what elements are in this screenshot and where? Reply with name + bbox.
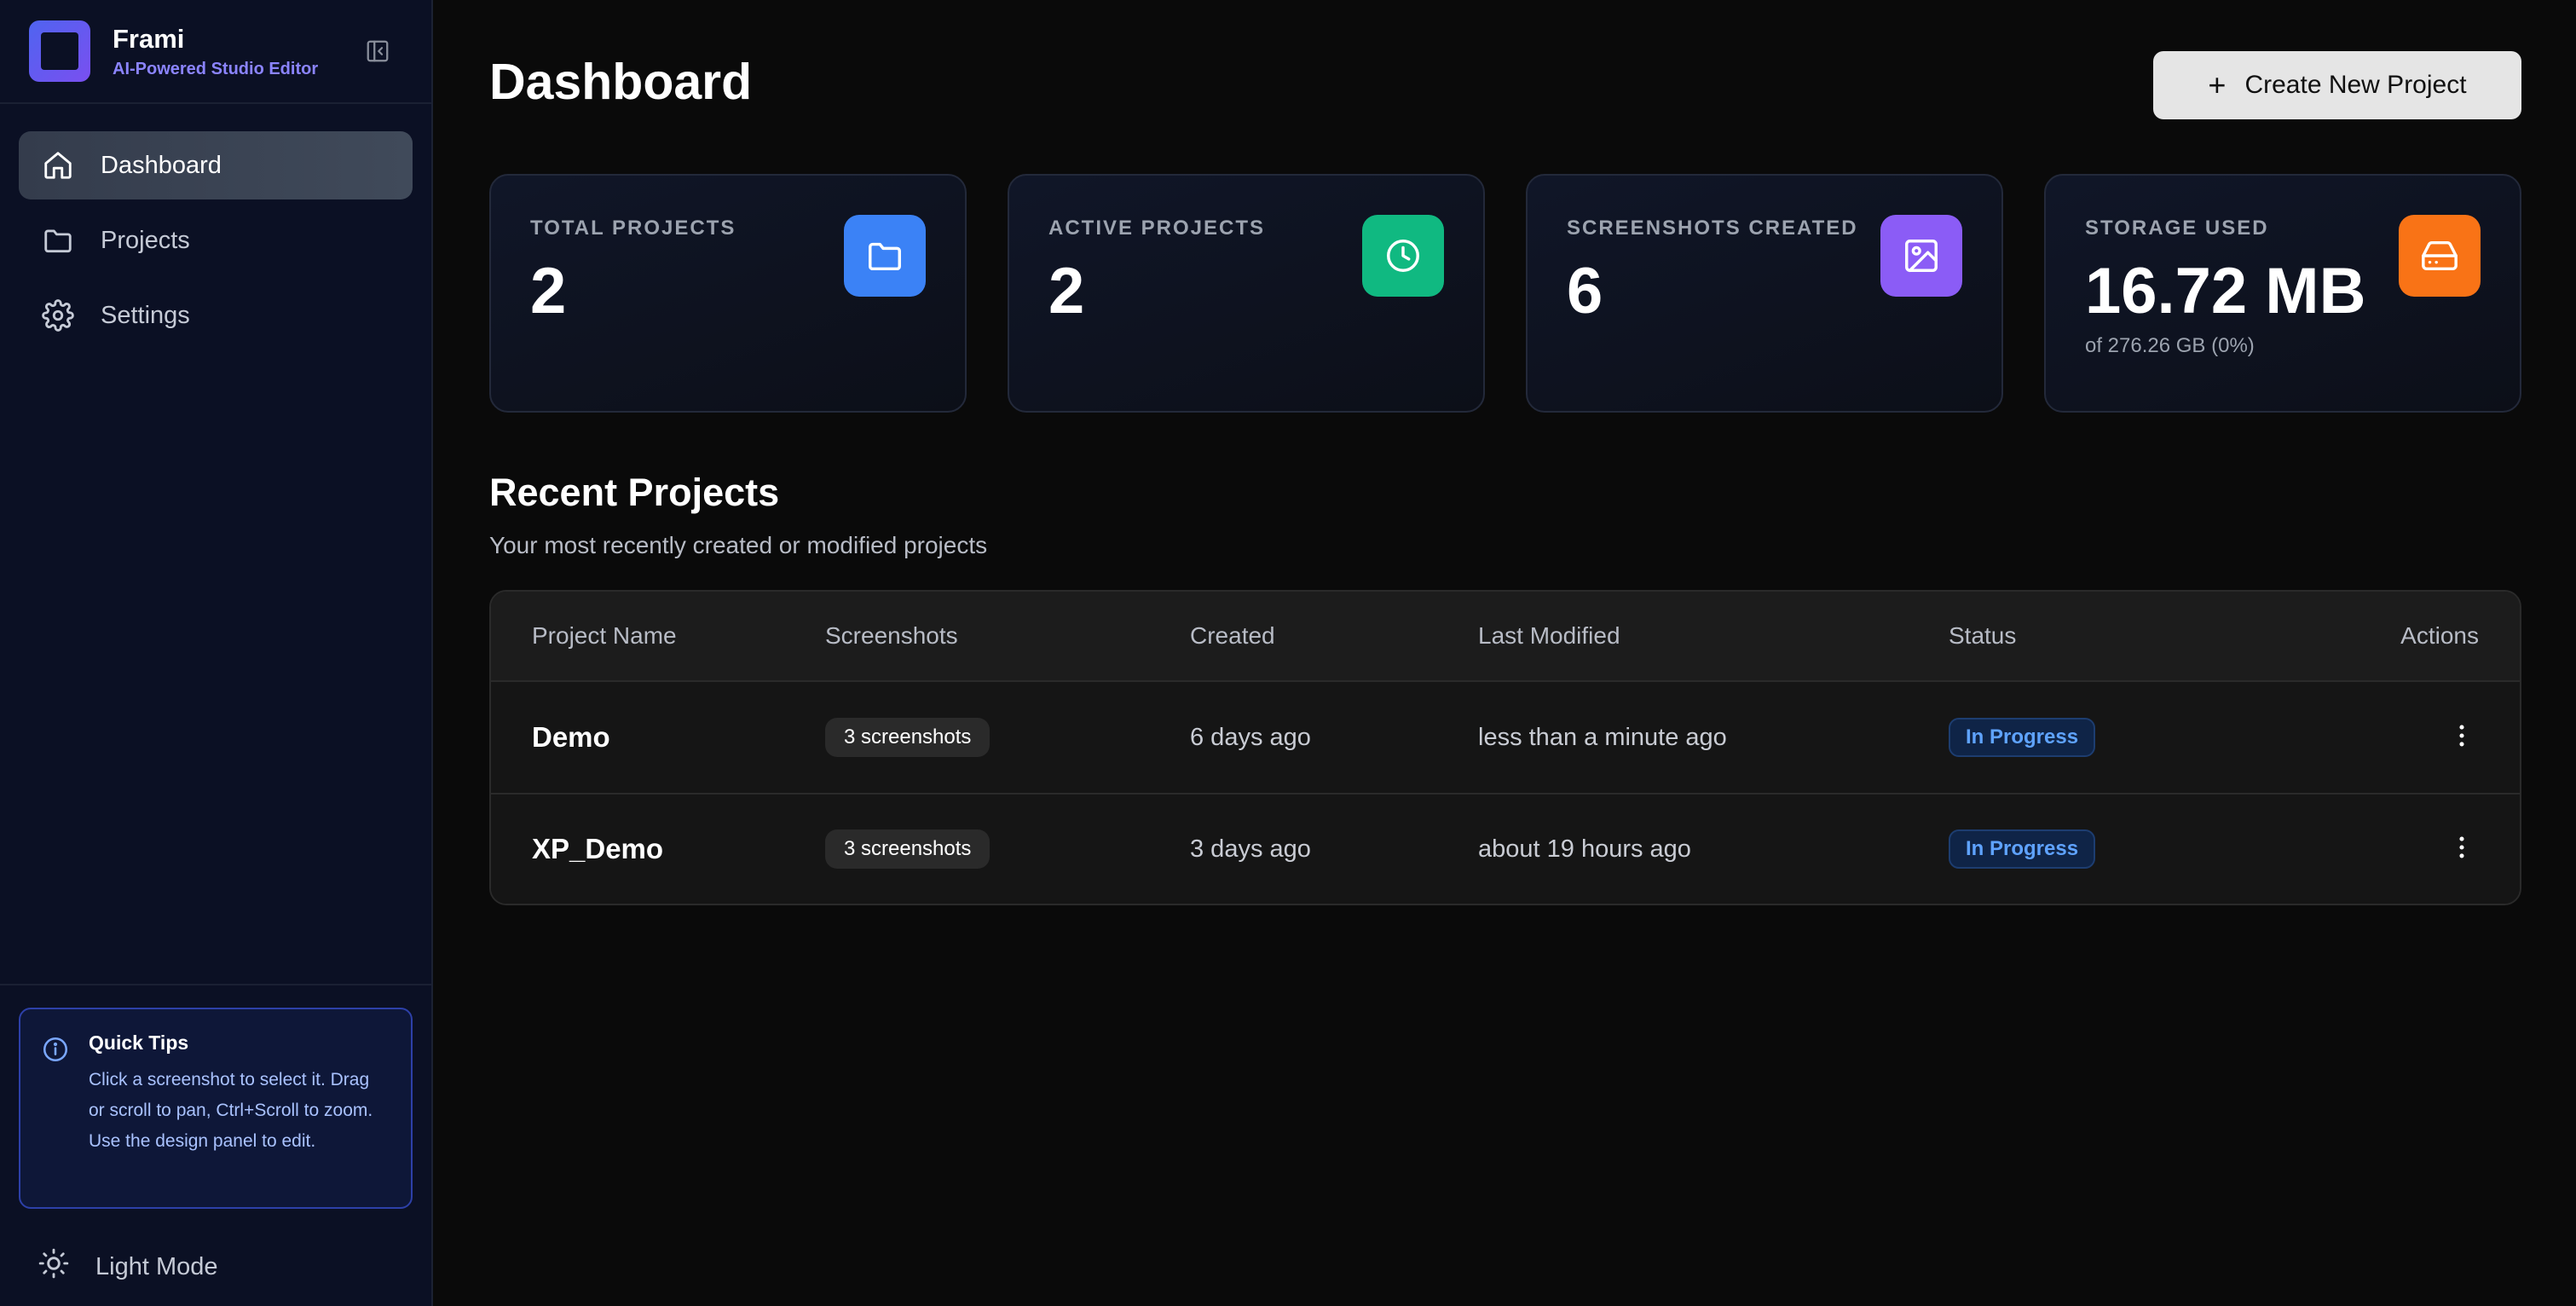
quick-tips-text: Click a screenshot to select it. Drag or… [89, 1070, 373, 1151]
sidebar: Frami AI-Powered Studio Editor Dashboard [0, 0, 433, 1306]
collapse-sidebar-button[interactable] [363, 37, 392, 66]
more-vertical-icon [2459, 836, 2464, 858]
project-name[interactable]: Demo [532, 721, 610, 753]
created-date: 3 days ago [1190, 835, 1311, 863]
app-logo [29, 20, 90, 82]
screenshot-count-badge: 3 screenshots [825, 829, 991, 869]
table-row[interactable]: Demo 3 screenshots 6 days ago less than … [491, 682, 2520, 793]
stat-subtext: of 276.26 GB (0%) [2085, 334, 2255, 357]
sidebar-item-label: Settings [101, 301, 190, 329]
created-date: 6 days ago [1190, 723, 1311, 751]
sun-icon [38, 1247, 70, 1286]
quick-tips-body: Quick Tips Click a screenshot to select … [89, 1032, 385, 1185]
status-badge: In Progress [1949, 718, 2096, 757]
more-vertical-icon [2459, 725, 2464, 746]
column-header: Last Modified [1478, 622, 1620, 649]
sidebar-nav: Dashboard Projects Settings [0, 104, 431, 350]
create-button-label: Create New Project [2244, 71, 2467, 99]
hard-drive-icon [2399, 215, 2481, 297]
clock-icon [1362, 215, 1444, 297]
brand-text: Frami AI-Powered Studio Editor [113, 24, 318, 79]
quick-tips-panel: Quick Tips Click a screenshot to select … [19, 1008, 413, 1209]
sidebar-item-projects[interactable]: Projects [19, 206, 413, 274]
plus-icon: + [2208, 67, 2227, 102]
stat-card-screenshots-created: SCREENSHOTS CREATED 6 [1526, 174, 2003, 413]
last-modified-date: about 19 hours ago [1478, 835, 1691, 863]
create-new-project-button[interactable]: + Create New Project [2153, 51, 2521, 119]
folder-icon [41, 223, 75, 257]
screenshot-count-badge: 3 screenshots [825, 718, 991, 757]
recent-projects-table: Project Name Screenshots Created Last Mo… [489, 590, 2521, 905]
row-actions-button[interactable] [2445, 719, 2479, 753]
column-header: Status [1949, 622, 2017, 649]
app-name: Frami [113, 23, 185, 54]
app-tagline: AI-Powered Studio Editor [113, 59, 319, 78]
theme-toggle-button[interactable]: Light Mode [19, 1241, 413, 1292]
page-title: Dashboard [489, 54, 753, 110]
column-header: Project Name [532, 622, 677, 649]
sidebar-footer: Quick Tips Click a screenshot to select … [0, 984, 431, 1292]
column-header: Screenshots [825, 622, 958, 649]
quick-tips-title: Quick Tips [89, 1032, 189, 1054]
image-icon [1880, 215, 1962, 297]
sidebar-item-dashboard[interactable]: Dashboard [19, 131, 413, 199]
main-content: Dashboard + Create New Project TOTAL PRO… [433, 0, 2576, 1306]
info-icon [41, 1035, 70, 1064]
column-header: Actions [2400, 622, 2479, 649]
project-name[interactable]: XP_Demo [532, 833, 663, 864]
theme-toggle-label: Light Mode [95, 1252, 218, 1280]
sidebar-toggle-icon [367, 40, 389, 62]
sidebar-item-settings[interactable]: Settings [19, 281, 413, 350]
sidebar-item-label: Dashboard [101, 151, 222, 179]
stat-card-total-projects: TOTAL PROJECTS 2 [489, 174, 967, 413]
brand-header: Frami AI-Powered Studio Editor [0, 0, 431, 104]
folder-icon [844, 215, 926, 297]
last-modified-date: less than a minute ago [1478, 723, 1727, 751]
stat-card-active-projects: ACTIVE PROJECTS 2 [1008, 174, 1485, 413]
status-badge: In Progress [1949, 829, 2096, 869]
recent-projects-title: Recent Projects [489, 471, 780, 514]
stat-card-storage-used: STORAGE USED 16.72 MB of 276.26 GB (0%) [2044, 174, 2521, 413]
recent-projects-subtitle: Your most recently created or modified p… [489, 532, 988, 558]
gear-icon [41, 298, 75, 332]
sidebar-item-label: Projects [101, 226, 190, 254]
row-actions-button[interactable] [2445, 830, 2479, 864]
column-header: Created [1190, 622, 1275, 649]
app-root: Frami AI-Powered Studio Editor Dashboard [0, 0, 2576, 1306]
home-icon [41, 148, 75, 182]
stats-row: TOTAL PROJECTS 2 ACTIVE PROJECTS 2 SCREE… [489, 174, 2521, 413]
table-header: Project Name Screenshots Created Last Mo… [491, 592, 2520, 682]
table-row[interactable]: XP_Demo 3 screenshots 3 days ago about 1… [491, 793, 2520, 904]
